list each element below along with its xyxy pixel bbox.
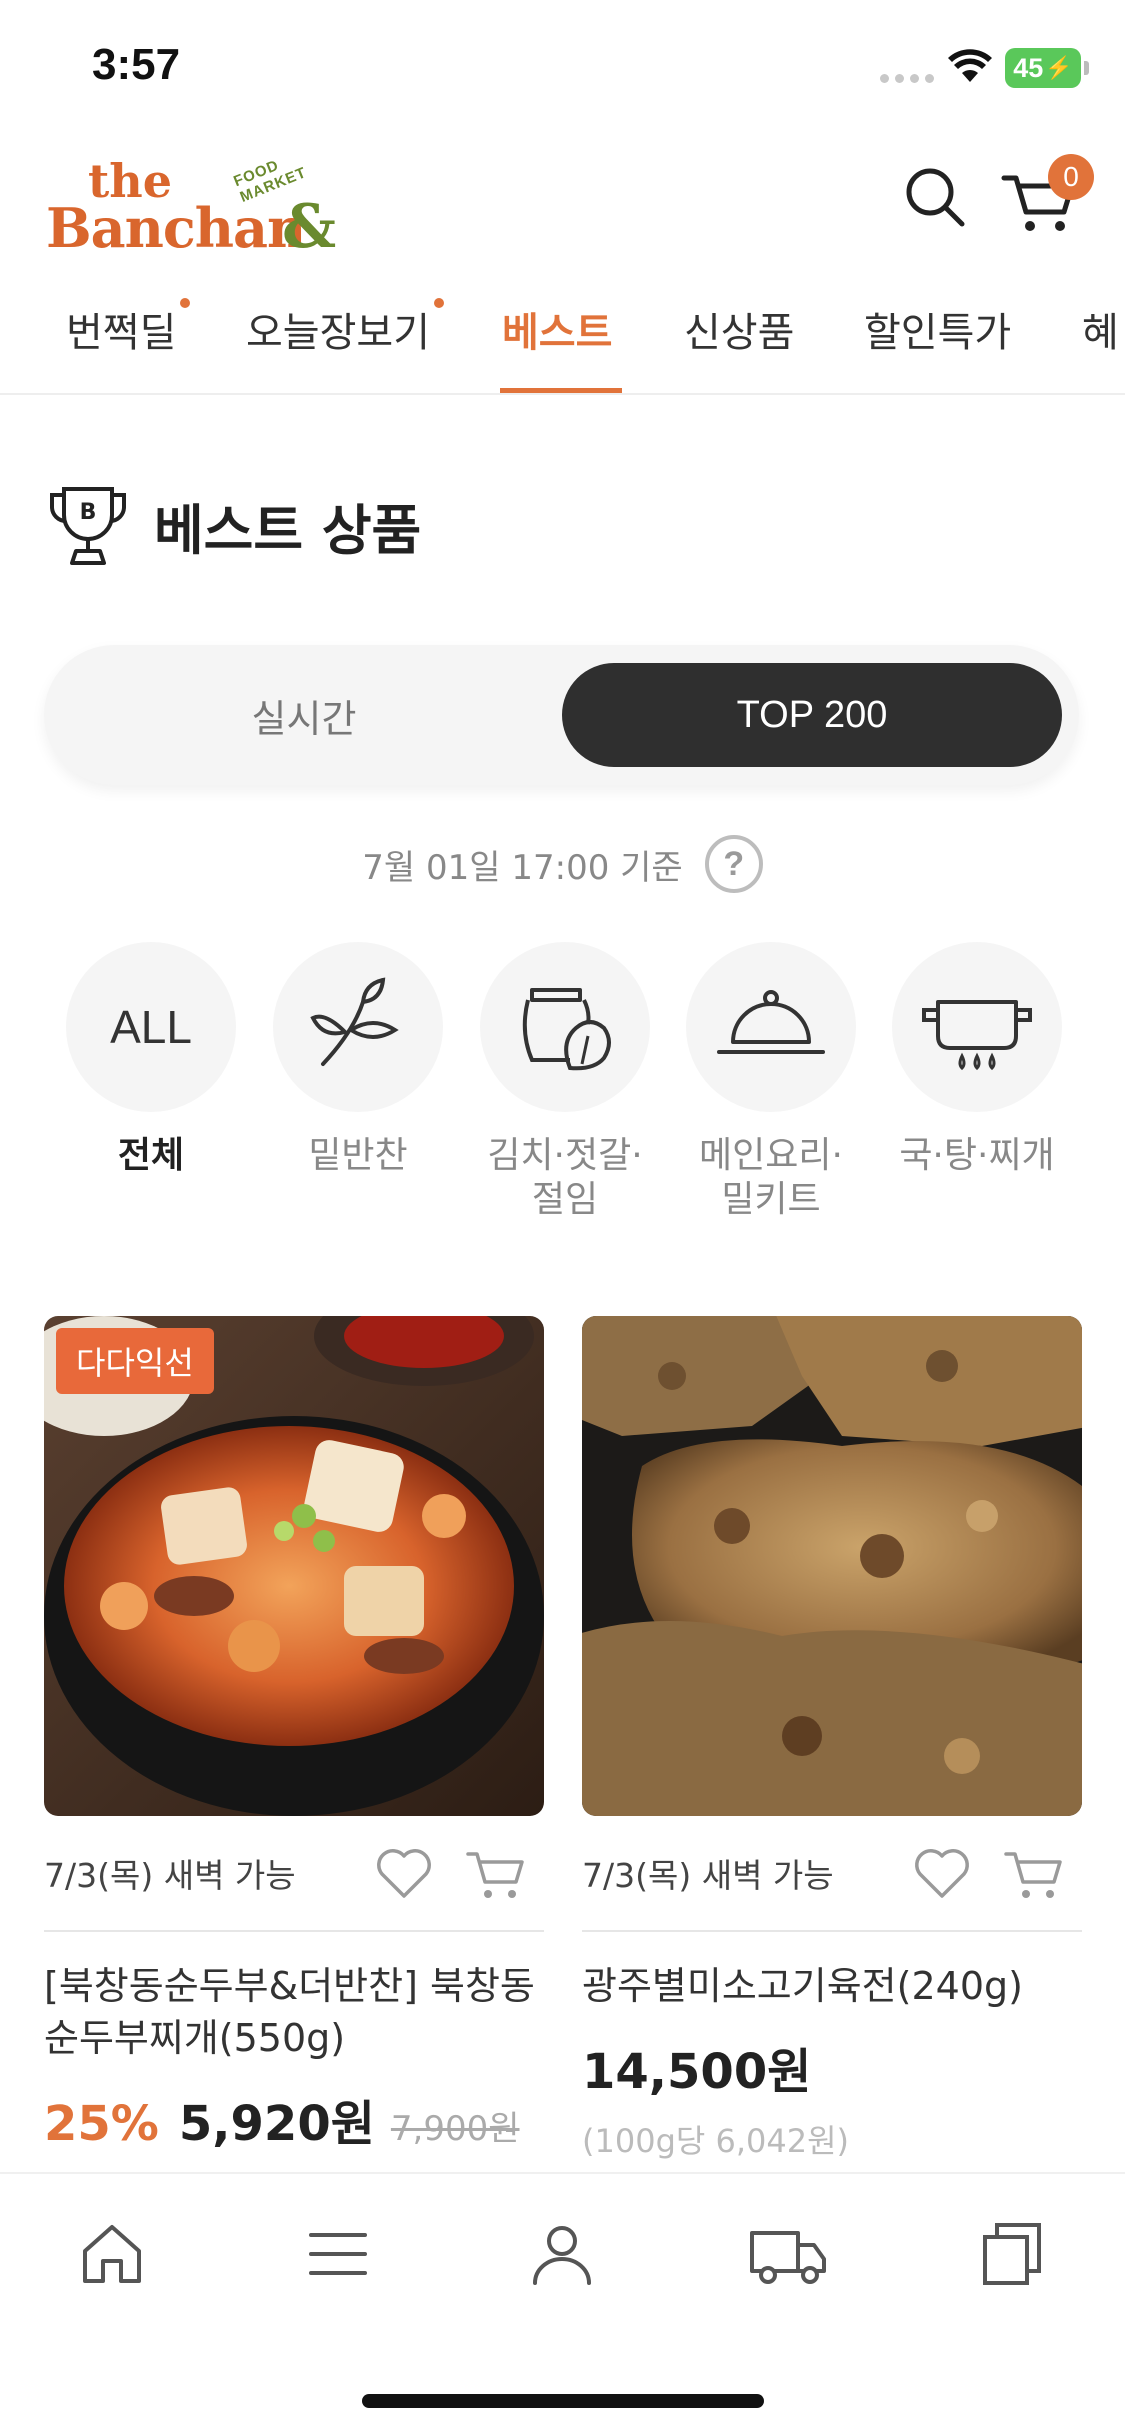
tab-benefits[interactable]: 혜 — [1082, 300, 1119, 358]
promo-badge: 다다익선 — [56, 1328, 214, 1394]
sale-price: 14,500원 — [582, 2044, 812, 2100]
cart-icon — [466, 1852, 524, 1898]
user-icon — [533, 2226, 591, 2285]
menu-icon — [309, 2233, 367, 2275]
pot-icon — [922, 1000, 1032, 1071]
product-name[interactable]: 광주별미소고기육전(240g) — [582, 1960, 1082, 2012]
price-line: 14,500원 — [582, 2032, 1082, 2102]
nav-delivery[interactable] — [748, 2214, 828, 2294]
sale-price: 5,920원 — [178, 2096, 375, 2152]
realtime-button[interactable]: 실시간 — [44, 645, 564, 785]
tab-lightning-deal[interactable]: 번쩍딜 — [66, 298, 191, 358]
delivery-info: 7/3(목) 새벽 가능 — [582, 1856, 834, 1895]
category-label: 밑반찬 — [308, 1135, 408, 1176]
heart-icon — [915, 1849, 969, 1898]
status-bar: 3:57 45 ⚡ — [0, 0, 1125, 130]
category-label: 국·탕·찌개 — [899, 1135, 1055, 1176]
tab-discount[interactable]: 할인특가 — [864, 300, 1011, 358]
app-header: the Banchan & FOOD MARKET 0 — [0, 140, 1125, 270]
status-time: 3:57 — [92, 40, 181, 89]
product-delivery-row: 7/3(목) 새벽 가능 — [44, 1816, 544, 1932]
cellular-signal-icon — [880, 74, 934, 83]
home-icon — [83, 2225, 141, 2283]
product-grid: 다다익선 7/3(목) 새벽 가능 [북창동순두부&더반찬] 북창동순두부찌개(… — [44, 1316, 1082, 2176]
category-label: 김치·젓갈· 절임 — [487, 1135, 643, 1220]
active-tab-indicator — [500, 388, 622, 393]
ranking-basis: 7월 01일 17:00 기준 ? — [0, 835, 1125, 893]
category-main-dishes[interactable]: 메인요리· 밀키트 — [686, 942, 856, 1222]
tab-today-shopping[interactable]: 오늘장보기 — [246, 298, 444, 358]
cart-count-badge: 0 — [1048, 154, 1094, 200]
category-tabs: 번쩍딜 오늘장보기 베스트 신상품 할인특가 혜 — [0, 280, 1125, 395]
tab-label: 번쩍딜 — [66, 310, 177, 356]
nav-category-menu[interactable] — [298, 2214, 378, 2294]
trophy-icon: B — [50, 487, 126, 565]
search-button[interactable] — [900, 162, 970, 232]
add-to-cart-button[interactable] — [464, 1844, 528, 1904]
the-banchan-logo[interactable]: the Banchan & FOOD MARKET — [46, 154, 366, 264]
wishlist-button[interactable] — [374, 1844, 434, 1904]
top200-button[interactable]: TOP 200 — [562, 663, 1062, 767]
tab-label: 신상품 — [684, 310, 795, 356]
new-dot — [180, 298, 191, 308]
kimchi-jar-icon — [522, 988, 611, 1071]
product-delivery-row: 7/3(목) 새벽 가능 — [582, 1816, 1082, 1932]
battery-level: 45 — [1013, 52, 1044, 83]
product-name[interactable]: [북창동순두부&더반찬] 북창동순두부찌개(550g) — [44, 1960, 544, 2064]
category-circle — [892, 942, 1062, 1112]
tab-new-products[interactable]: 신상품 — [684, 300, 794, 358]
tab-label: 혜 — [1082, 310, 1119, 356]
category-all-circle: ALL — [66, 942, 236, 1112]
search-icon — [906, 168, 965, 227]
category-label: 전체 — [117, 1135, 185, 1176]
category-filter: ALL 전체 밑반찬 김치·젓갈· 절임 메인요리· 밀키트 국·탕·찌개 — [44, 942, 1125, 1242]
unit-price: (100g당 6,042원) — [582, 2122, 850, 2160]
page-title: 베스트 상품 — [154, 498, 422, 562]
logo-banchan: Banchan — [46, 196, 306, 260]
category-circle — [686, 942, 856, 1112]
leaf-icon — [310, 977, 399, 1066]
all-icon: ALL — [110, 1001, 192, 1053]
category-soups[interactable]: 국·탕·찌개 — [892, 942, 1062, 1178]
add-to-cart-button[interactable] — [1002, 1844, 1066, 1904]
tab-label: 베스트 — [502, 310, 613, 356]
new-dot — [434, 298, 444, 308]
help-icon[interactable]: ? — [704, 835, 763, 893]
section-header: B 베스트 상품 — [44, 480, 421, 570]
category-side-dishes[interactable]: 밑반찬 — [273, 942, 443, 1178]
product-image[interactable] — [582, 1316, 1082, 1816]
nav-recently-viewed[interactable] — [972, 2214, 1052, 2294]
original-price: 7,900원 — [390, 2109, 520, 2149]
category-label: 메인요리· 밀키트 — [699, 1135, 843, 1220]
delivery-info: 7/3(목) 새벽 가능 — [44, 1856, 296, 1895]
trophy-letter: B — [80, 500, 97, 525]
tab-best[interactable]: 베스트 — [502, 300, 612, 358]
nav-my-page[interactable] — [522, 2214, 602, 2294]
logo-ampersand: & — [282, 192, 337, 262]
wifi-icon — [948, 49, 992, 82]
nav-home[interactable] — [72, 2214, 152, 2294]
beef-jeon-photo — [582, 1316, 1082, 1816]
cloche-icon — [717, 990, 825, 1054]
delivery-truck-icon — [750, 2231, 826, 2284]
discount-rate: 25% — [44, 2096, 159, 2152]
category-kimchi[interactable]: 김치·젓갈· 절임 — [480, 942, 650, 1222]
home-indicator — [362, 2394, 764, 2408]
basis-text: 7월 01일 17:00 기준 — [362, 847, 683, 888]
category-all[interactable]: ALL 전체 — [66, 942, 236, 1178]
product-card[interactable]: 7/3(목) 새벽 가능 광주별미소고기육전(240g) 14,500원 (10… — [582, 1316, 1082, 2162]
wishlist-button[interactable] — [912, 1844, 972, 1904]
ranking-toggle: 실시간 TOP 200 — [44, 645, 1079, 785]
category-circle — [480, 942, 650, 1112]
cart-icon — [1004, 1852, 1062, 1898]
tab-label: 할인특가 — [864, 310, 1012, 356]
category-circle — [273, 942, 443, 1112]
product-image[interactable]: 다다익선 — [44, 1316, 544, 1816]
price-line: 25% 5,920원 7,900원 — [44, 2084, 544, 2154]
tab-label: 오늘장보기 — [246, 310, 430, 356]
recent-view-icon — [983, 2223, 1041, 2285]
product-card[interactable]: 다다익선 7/3(목) 새벽 가능 [북창동순두부&더반찬] 북창동순두부찌개(… — [44, 1316, 544, 2154]
battery-icon: 45 ⚡ — [1005, 48, 1089, 88]
heart-icon — [377, 1849, 431, 1898]
